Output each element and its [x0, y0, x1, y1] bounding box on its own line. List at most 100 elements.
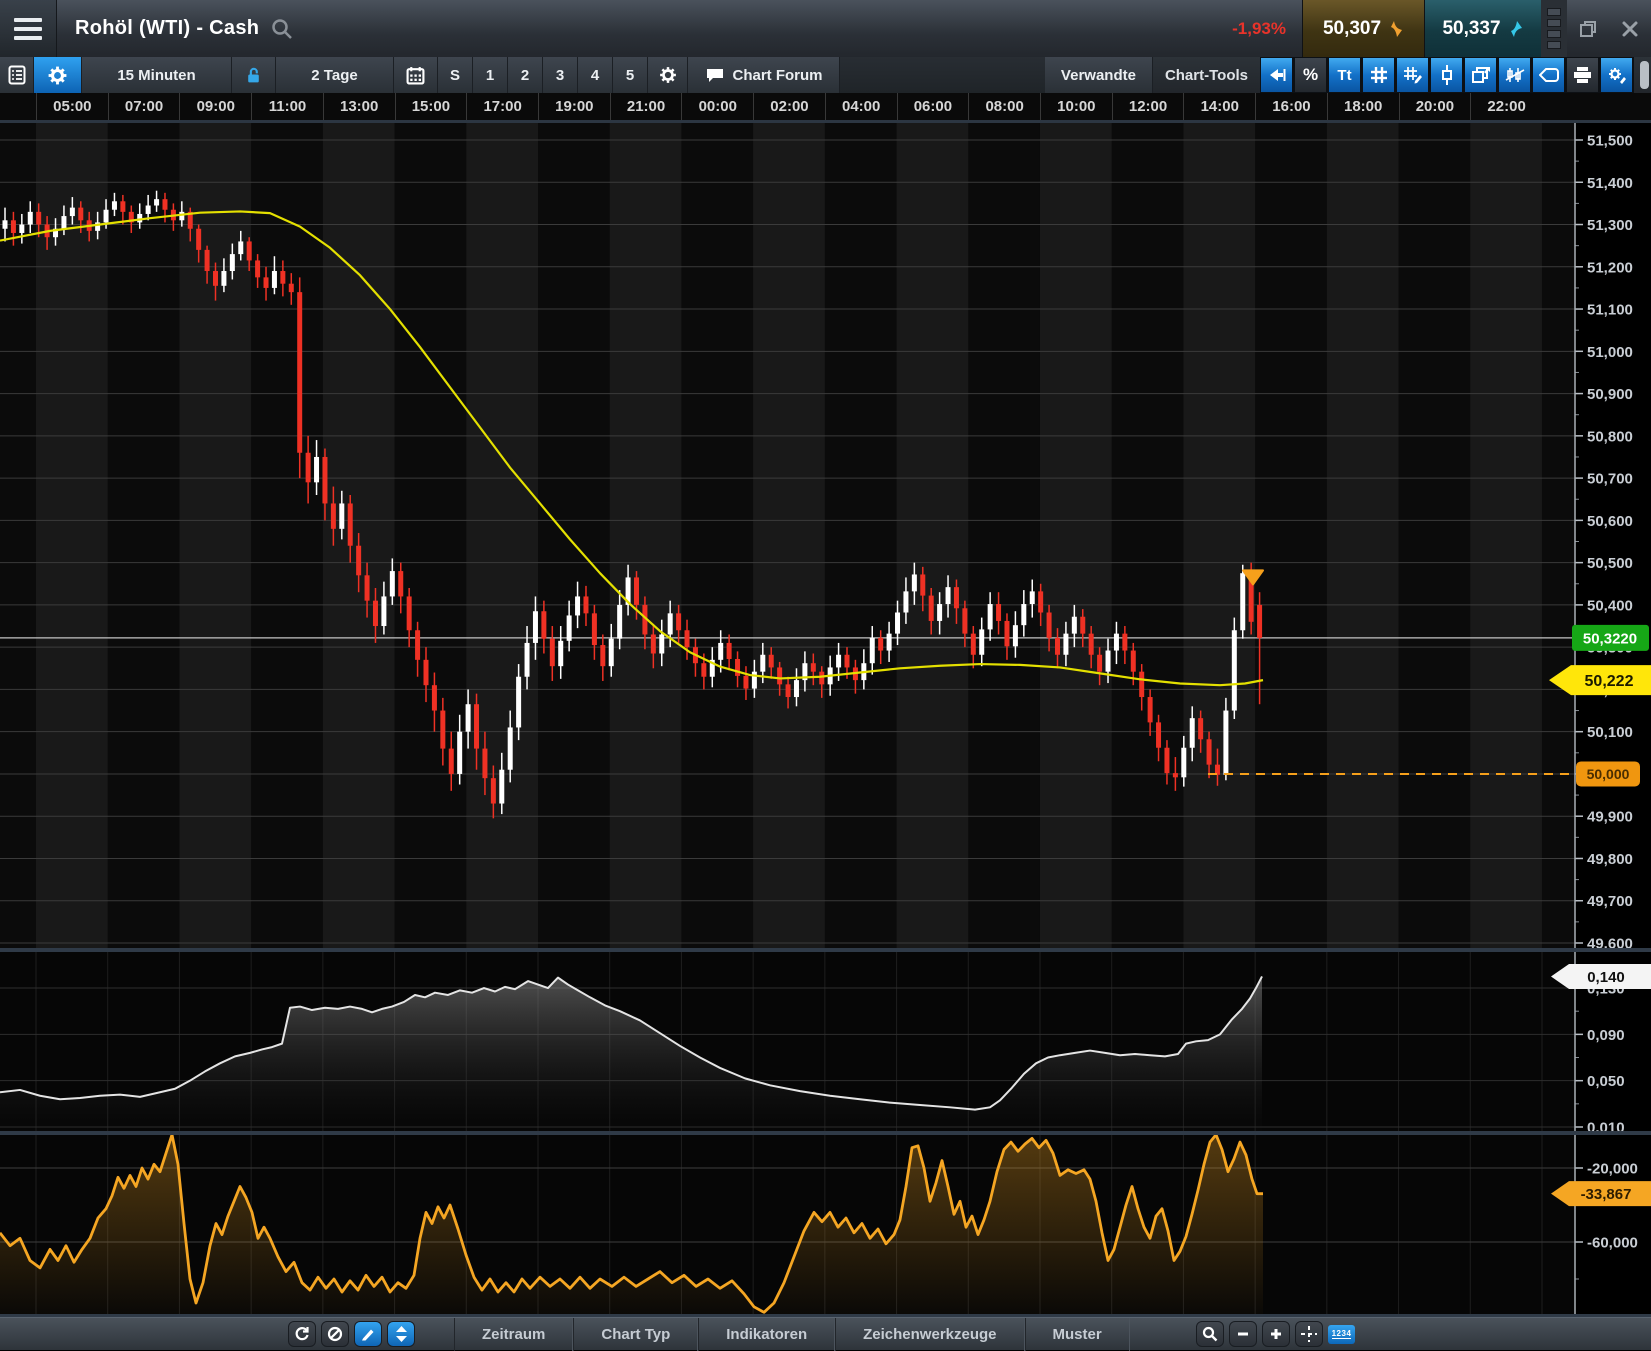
range-selector[interactable]: 2 Tage: [276, 57, 394, 93]
time-label: 02:00: [753, 93, 825, 120]
svg-text:-20,000: -20,000: [1587, 1161, 1638, 1178]
interval-label: 15 Minuten: [117, 67, 195, 84]
refresh-icon[interactable]: [288, 1321, 316, 1347]
menu-icon[interactable]: [0, 0, 57, 57]
svg-text:50,900: 50,900: [1587, 386, 1633, 403]
grid-icon[interactable]: [1362, 57, 1396, 93]
buy-price-button[interactable]: 50,337: [1424, 0, 1541, 57]
time-label: 00:00: [681, 93, 753, 120]
svg-text:-60,000: -60,000: [1587, 1235, 1638, 1252]
svg-text:51,300: 51,300: [1587, 217, 1633, 234]
chart-forum-button[interactable]: Chart Forum: [688, 57, 840, 93]
svg-text:50,600: 50,600: [1587, 513, 1633, 530]
grid-pencil-icon[interactable]: [1396, 57, 1430, 93]
menu-zeitraum[interactable]: Zeitraum: [454, 1318, 573, 1351]
time-label: 12:00: [1112, 93, 1184, 120]
svg-text:51,100: 51,100: [1587, 302, 1633, 319]
search-icon[interactable]: [271, 18, 293, 40]
time-label: 20:00: [1399, 93, 1471, 120]
svg-text:51,400: 51,400: [1587, 175, 1633, 192]
time-label: 04:00: [825, 93, 897, 120]
period-speed-buttons: S12345: [438, 57, 648, 93]
minus-icon[interactable]: [1229, 1321, 1257, 1347]
svg-text:49,700: 49,700: [1587, 893, 1633, 910]
svg-text:0,050: 0,050: [1587, 1073, 1625, 1090]
instrument-title: Rohöl (WTI) - Cash: [75, 17, 259, 40]
related-label: Verwandte: [1061, 67, 1136, 84]
svg-text:0,140: 0,140: [1587, 969, 1625, 986]
bottom-toolbar: ZeitraumChart TypIndikatorenZeichenwerkz…: [0, 1317, 1651, 1350]
svg-text:50,100: 50,100: [1587, 724, 1633, 741]
pencil-icon[interactable]: [354, 1321, 382, 1347]
menu-chart-typ[interactable]: Chart Typ: [573, 1318, 698, 1351]
volatility-value-badge: 0,140: [1551, 964, 1651, 989]
period-button-5[interactable]: 5: [613, 57, 648, 93]
bottom-menus: ZeitraumChart TypIndikatorenZeichenwerkz…: [454, 1318, 1130, 1351]
chart-tools-label: Chart-Tools: [1153, 57, 1260, 93]
time-label: 22:00: [1470, 93, 1542, 120]
svg-text:50,700: 50,700: [1587, 471, 1633, 488]
menu-zeichenwerkzeuge[interactable]: Zeichenwerkzeuge: [835, 1318, 1024, 1351]
time-label: 16:00: [1255, 93, 1327, 120]
sell-price-button[interactable]: 50,307: [1302, 0, 1424, 57]
windows-icon[interactable]: [1464, 57, 1498, 93]
title-bar: Rohöl (WTI) - Cash -1,93% 50,307 50,337: [0, 0, 1651, 57]
window-grip[interactable]: [1541, 0, 1567, 57]
alert-price-badge: 50,000: [1576, 761, 1640, 786]
printer-icon[interactable]: [1566, 57, 1600, 93]
menu-muster[interactable]: Muster: [1025, 1318, 1130, 1351]
chat-bubble-icon: [705, 67, 725, 84]
up-down-icon[interactable]: [387, 1321, 415, 1347]
time-label: 13:00: [323, 93, 395, 120]
gear-icon[interactable]: [34, 57, 82, 93]
crosshair-icon[interactable]: [1295, 1321, 1323, 1347]
time-label: 07:00: [108, 93, 180, 120]
candlestick-icon[interactable]: [1430, 57, 1464, 93]
time-label: 17:00: [466, 93, 538, 120]
related-button[interactable]: Verwandte: [1045, 57, 1153, 93]
text-tool-icon[interactable]: Tt: [1328, 57, 1362, 93]
time-label: 19:00: [538, 93, 610, 120]
calendar-icon[interactable]: [394, 57, 438, 93]
close-icon[interactable]: [1609, 0, 1651, 57]
price-chart[interactable]: 49,60049,70049,80049,90050,00050,10050,2…: [0, 123, 1651, 1317]
price-axis[interactable]: 49,60049,70049,80049,90050,00050,10050,2…: [1575, 123, 1638, 1314]
menu-indikatoren[interactable]: Indikatoren: [698, 1318, 835, 1351]
time-axis: 05:0007:0009:0011:0013:0015:0017:0019:00…: [0, 93, 1651, 123]
sell-arrow-down-icon: [1390, 20, 1404, 38]
svg-text:50,500: 50,500: [1587, 555, 1633, 572]
restore-window-icon[interactable]: [1567, 0, 1609, 57]
svg-text:50,222: 50,222: [1585, 673, 1634, 690]
toolbar-gap: [840, 57, 1045, 93]
time-label: 21:00: [610, 93, 682, 120]
period-button-3[interactable]: 3: [543, 57, 578, 93]
list-icon[interactable]: [0, 57, 34, 93]
lock-icon[interactable]: [232, 57, 276, 93]
svg-text:51,500: 51,500: [1587, 133, 1633, 150]
svg-text:50,3220: 50,3220: [1583, 630, 1637, 647]
percent-icon[interactable]: %: [1294, 57, 1328, 93]
time-label: 14:00: [1183, 93, 1255, 120]
period-button-2[interactable]: 2: [508, 57, 543, 93]
gear-icon[interactable]: [648, 57, 688, 93]
period-button-4[interactable]: 4: [578, 57, 613, 93]
buy-arrow-up-icon: [1510, 20, 1524, 38]
buy-price: 50,337: [1442, 18, 1500, 40]
svg-text:-33,867: -33,867: [1581, 1186, 1632, 1203]
svg-text:0,090: 0,090: [1587, 1027, 1625, 1044]
ban-icon[interactable]: [321, 1321, 349, 1347]
interval-selector[interactable]: 15 Minuten: [82, 57, 232, 93]
page-numbers-icon[interactable]: 1234: [1328, 1325, 1355, 1344]
scrollbar-stub[interactable]: [1640, 61, 1649, 89]
back-arrow-icon[interactable]: [1260, 57, 1294, 93]
gear-pencil-icon[interactable]: [1600, 57, 1634, 93]
time-label: 18:00: [1327, 93, 1399, 120]
plus-icon[interactable]: [1262, 1321, 1290, 1347]
compare-icon[interactable]: [1498, 57, 1532, 93]
period-button-s[interactable]: S: [438, 57, 473, 93]
period-button-1[interactable]: 1: [473, 57, 508, 93]
chart-toolbar: 15 Minuten 2 Tage S12345 Chart Forum Ver…: [0, 57, 1651, 93]
zoom-icon[interactable]: [1196, 1321, 1224, 1347]
background-bands: [0, 123, 1575, 1314]
shape-icon[interactable]: [1532, 57, 1566, 93]
